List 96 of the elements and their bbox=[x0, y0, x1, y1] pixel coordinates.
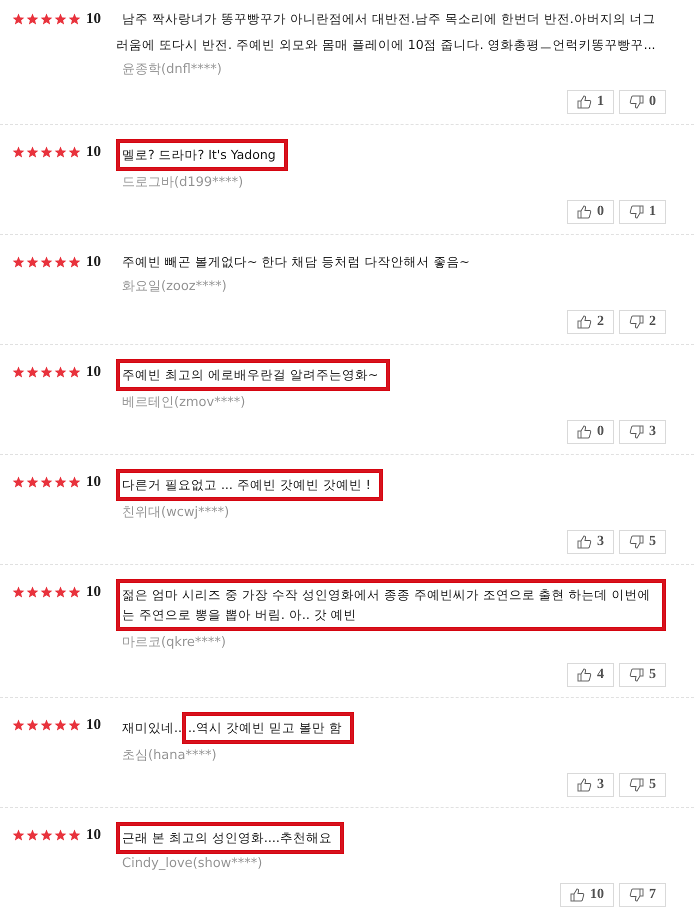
dislike-button[interactable]: 2 bbox=[619, 310, 666, 334]
like-button[interactable]: 0 bbox=[567, 420, 614, 444]
like-button[interactable]: 4 bbox=[567, 663, 614, 687]
star-icon bbox=[26, 13, 39, 25]
star-icon bbox=[68, 476, 81, 488]
reviewer-name: 베르테인(zmov****) bbox=[121, 394, 246, 411]
dislike-button[interactable]: 5 bbox=[619, 530, 666, 554]
star-icon bbox=[54, 146, 67, 158]
thumbs-down-icon bbox=[629, 888, 644, 902]
star-icon bbox=[54, 719, 67, 731]
star-icon bbox=[26, 256, 39, 268]
star-icon bbox=[40, 829, 53, 841]
rating-score: 10 bbox=[86, 474, 101, 490]
thumbs-down-icon bbox=[629, 205, 644, 219]
star-icon bbox=[68, 829, 81, 841]
review-text: 주예빈 최고의 에로배우란걸 알려주는영화~ bbox=[116, 359, 666, 391]
rating-score: 10 bbox=[86, 254, 101, 270]
thumbs-up-icon bbox=[577, 425, 592, 439]
reviewer-name: Cindy_love(show****) bbox=[121, 856, 264, 871]
star-icon bbox=[68, 256, 81, 268]
review-text: 근래 본 최고의 성인영화....추천해요 bbox=[116, 822, 666, 854]
star-icon bbox=[12, 829, 25, 841]
thumbs-up-icon bbox=[577, 778, 592, 792]
star-icon bbox=[54, 586, 67, 598]
reviewer-name: 친위대(wcwj****) bbox=[121, 504, 230, 521]
like-button[interactable]: 1 bbox=[567, 90, 614, 114]
reviewer-name: 초심(hana****) bbox=[121, 747, 218, 764]
thumbs-up-icon bbox=[577, 315, 592, 329]
star-icon bbox=[26, 829, 39, 841]
like-button[interactable]: 3 bbox=[567, 530, 614, 554]
dislike-button[interactable]: 5 bbox=[619, 773, 666, 797]
review-text: 멜로? 드라마? It's Yadong bbox=[116, 139, 666, 171]
like-button[interactable]: 2 bbox=[567, 310, 614, 334]
star-icon bbox=[40, 256, 53, 268]
star-icon bbox=[12, 146, 25, 158]
thumbs-down-icon bbox=[629, 315, 644, 329]
star-icon bbox=[54, 366, 67, 378]
star-icon bbox=[68, 13, 81, 25]
thumbs-down-icon bbox=[629, 425, 644, 439]
rating-score: 10 bbox=[86, 716, 101, 734]
thumbs-down-icon bbox=[629, 95, 644, 109]
rating-score: 10 bbox=[86, 584, 101, 600]
rating-score: 10 bbox=[86, 364, 101, 380]
review-text: 주예빈 빼곤 볼게없다~ 한다 채담 등처럼 다작안해서 좋음~ bbox=[121, 253, 471, 271]
like-button[interactable]: 10 bbox=[560, 883, 614, 907]
star-icon bbox=[12, 366, 25, 378]
star-icon bbox=[26, 586, 39, 598]
like-button[interactable]: 0 bbox=[567, 200, 614, 224]
review-text: 남주 짝사랑녀가 똥꾸빵꾸가 아니란점에서 대반전.남주 목소리에 한번더 반전.아버지의 너그러움에 또다시 반전. 주예빈 외모와 몸매 플레이에 10점 줍니다. 영화총평ㅡ언럭키똥꾸빵꾸... bbox=[116, 10, 657, 54]
star-icon bbox=[54, 13, 67, 25]
star-icon bbox=[40, 13, 53, 25]
star-icon bbox=[26, 719, 39, 731]
rating-score: 10 bbox=[86, 10, 101, 28]
thumbs-up-icon bbox=[577, 95, 592, 109]
review-text: 재미있네.. ..역시 갓예빈 믿고 볼만 함 bbox=[116, 712, 666, 744]
thumbs-up-icon bbox=[570, 888, 585, 902]
dislike-button[interactable]: 1 bbox=[619, 200, 666, 224]
star-icon bbox=[12, 586, 25, 598]
review-text: 다른거 필요없고 ... 주예빈 갓예빈 갓예빈 ! bbox=[116, 469, 666, 501]
thumbs-down-icon bbox=[629, 778, 644, 792]
star-icon bbox=[26, 366, 39, 378]
dislike-button[interactable]: 5 bbox=[619, 663, 666, 687]
reviewer-name: 화요일(zooz****) bbox=[121, 278, 228, 295]
star-icon bbox=[54, 829, 67, 841]
star-icon bbox=[40, 146, 53, 158]
thumbs-down-icon bbox=[629, 535, 644, 549]
star-icon bbox=[40, 476, 53, 488]
reviewer-name: 드로그바(d199****) bbox=[121, 174, 244, 191]
reviewer-name: 마르코(qkre****) bbox=[121, 634, 227, 651]
rating-score: 10 bbox=[86, 144, 101, 160]
star-icon bbox=[68, 586, 81, 598]
dislike-button[interactable]: 0 bbox=[619, 90, 666, 114]
star-icon bbox=[54, 256, 67, 268]
star-icon bbox=[40, 366, 53, 378]
thumbs-down-icon bbox=[629, 668, 644, 682]
star-icon bbox=[12, 13, 25, 25]
star-icon bbox=[12, 256, 25, 268]
thumbs-up-icon bbox=[577, 535, 592, 549]
star-icon bbox=[68, 146, 81, 158]
thumbs-up-icon bbox=[577, 205, 592, 219]
rating-score: 10 bbox=[86, 826, 101, 844]
like-button[interactable]: 3 bbox=[567, 773, 614, 797]
star-icon bbox=[68, 719, 81, 731]
star-icon bbox=[12, 719, 25, 731]
reviewer-name: 윤종학(dnfl****) bbox=[121, 61, 223, 78]
star-icon bbox=[68, 366, 81, 378]
star-icon bbox=[26, 146, 39, 158]
star-icon bbox=[26, 476, 39, 488]
thumbs-up-icon bbox=[577, 668, 592, 682]
star-icon bbox=[12, 476, 25, 488]
star-icon bbox=[40, 586, 53, 598]
star-icon bbox=[54, 476, 67, 488]
dislike-button[interactable]: 7 bbox=[619, 883, 666, 907]
dislike-button[interactable]: 3 bbox=[619, 420, 666, 444]
star-icon bbox=[40, 719, 53, 731]
review-text: 젊은 엄마 시리즈 중 가장 수작 성인영화에서 종종 주예빈씨가 조연으로 출현 하는데 이번에는 주연으로 뽕을 뽑아 버림. 아.. 갓 예빈 bbox=[116, 579, 666, 631]
